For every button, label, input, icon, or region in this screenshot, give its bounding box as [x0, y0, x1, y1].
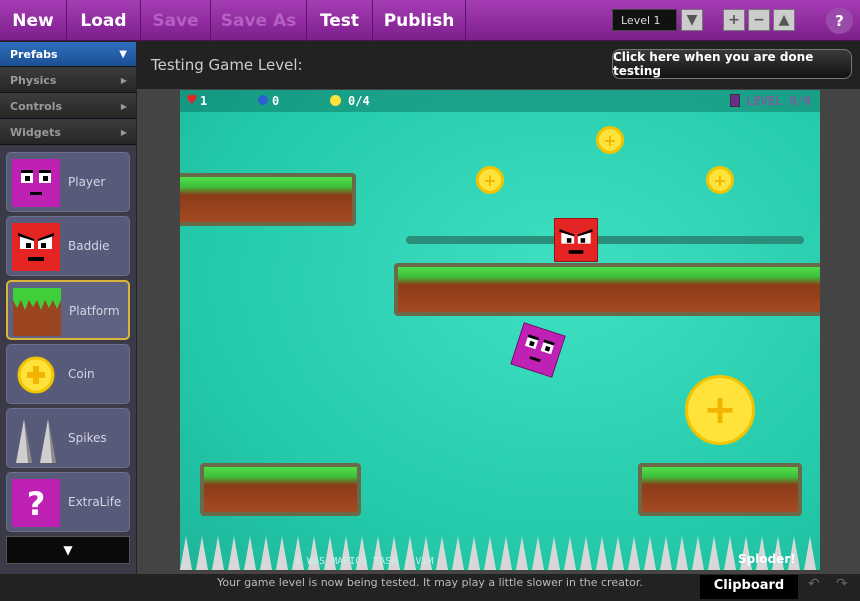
move-level-up-button[interactable]: ▲ [773, 9, 795, 31]
scroll-down-button[interactable]: ▼ [6, 536, 130, 564]
music-track-label: I WAS MARIOS TASH - VIM [295, 556, 434, 567]
coins-count: 0/4 [348, 94, 370, 108]
level-select[interactable]: Level 1 [612, 9, 677, 31]
player-icon [12, 159, 60, 207]
publish-button[interactable]: Publish [373, 0, 466, 41]
platform-icon [13, 288, 61, 336]
level-counter: LEVEL 0/0 [746, 94, 812, 108]
heart-icon: ♥ [186, 93, 198, 108]
undo-icon[interactable]: ↶ [808, 576, 820, 592]
baddie-icon [554, 218, 598, 262]
category-physics[interactable]: Physics ▶ [0, 68, 136, 93]
category-label: Controls [10, 100, 63, 113]
plus-icon: + [728, 12, 740, 28]
chevron-right-icon: ▶ [120, 128, 127, 137]
redo-icon[interactable]: ↷ [836, 576, 848, 592]
coin-icon: + [596, 126, 624, 154]
hud-bar: ♥ 1 0 0/4 LEVEL 0/0 [180, 90, 820, 112]
done-testing-button[interactable]: Click here when you are done testing [612, 49, 852, 79]
coin-icon [330, 95, 341, 106]
game-canvas[interactable]: ♥ 1 0 0/4 LEVEL 0/0 + + + + I WAS MARIOS… [180, 90, 820, 570]
chevron-down-icon: ▼ [119, 49, 127, 60]
prefab-label: Player [68, 175, 106, 189]
category-label: Physics [10, 74, 57, 87]
chevron-down-icon: ▼ [63, 543, 73, 557]
page-title: Testing Game Level: [151, 56, 303, 74]
keys-count: 0 [272, 94, 280, 108]
coin-icon [17, 356, 55, 394]
player-icon [510, 322, 566, 378]
svg-text:?: ? [27, 485, 46, 523]
lives-count: 1 [200, 94, 208, 108]
save-as-button[interactable]: Save As [211, 0, 307, 41]
coin-icon: + [706, 166, 734, 194]
test-button[interactable]: Test [307, 0, 373, 41]
platform [394, 263, 820, 316]
chevron-up-icon: ▲ [778, 12, 790, 28]
new-button[interactable]: New [0, 0, 67, 41]
prefab-coin[interactable]: Coin [6, 344, 130, 404]
category-label: Widgets [10, 126, 61, 139]
help-button[interactable]: ? [826, 7, 853, 34]
coin-icon: + [476, 166, 504, 194]
app-root: New Load Save Save As Test Publish Level… [0, 0, 860, 601]
category-widgets[interactable]: Widgets ▶ [0, 120, 136, 145]
level-dropdown-button[interactable]: ▼ [681, 9, 703, 31]
coin-icon: + [685, 375, 755, 445]
status-message: Your game level is now being tested. It … [217, 576, 643, 589]
key-icon [258, 95, 268, 105]
platform [200, 463, 361, 516]
load-button[interactable]: Load [67, 0, 141, 41]
top-toolbar: New Load Save Save As Test Publish Level… [0, 0, 860, 41]
platform [180, 173, 356, 226]
minus-icon: − [753, 12, 765, 28]
spikes-row [180, 536, 816, 570]
prefab-label: Platform [69, 304, 120, 318]
moving-rail [406, 236, 804, 244]
prefab-platform[interactable]: Platform [6, 280, 130, 340]
prefab-label: Coin [68, 367, 95, 381]
clipboard-button[interactable]: Clipboard [700, 575, 798, 599]
save-button[interactable]: Save [141, 0, 211, 41]
spikes-icon [16, 419, 56, 463]
level-icon [730, 94, 740, 107]
category-prefabs[interactable]: Prefabs ▼ [0, 42, 136, 67]
category-controls[interactable]: Controls ▶ [0, 94, 136, 119]
remove-level-button[interactable]: − [748, 9, 770, 31]
prefab-spikes[interactable]: Spikes [6, 408, 130, 468]
chevron-right-icon: ▶ [120, 76, 127, 85]
prefab-extralife[interactable]: ? ExtraLife [6, 472, 130, 532]
baddie-icon [12, 223, 60, 271]
question-mark-icon: ? [12, 479, 60, 527]
prefab-label: Spikes [68, 431, 107, 445]
chevron-down-icon: ▼ [686, 12, 698, 28]
chevron-right-icon: ▶ [120, 102, 127, 111]
add-level-button[interactable]: + [723, 9, 745, 31]
prefab-player[interactable]: Player [6, 152, 130, 212]
prefab-label: Baddie [68, 239, 110, 253]
prefab-label: ExtraLife [68, 495, 122, 509]
platform [638, 463, 802, 516]
category-label: Prefabs [10, 48, 58, 61]
left-panel: Prefabs ▼ Physics ▶ Controls ▶ Widgets ▶… [0, 42, 136, 574]
sploder-logo: Sploder! [738, 552, 796, 566]
prefab-baddie[interactable]: Baddie [6, 216, 130, 276]
